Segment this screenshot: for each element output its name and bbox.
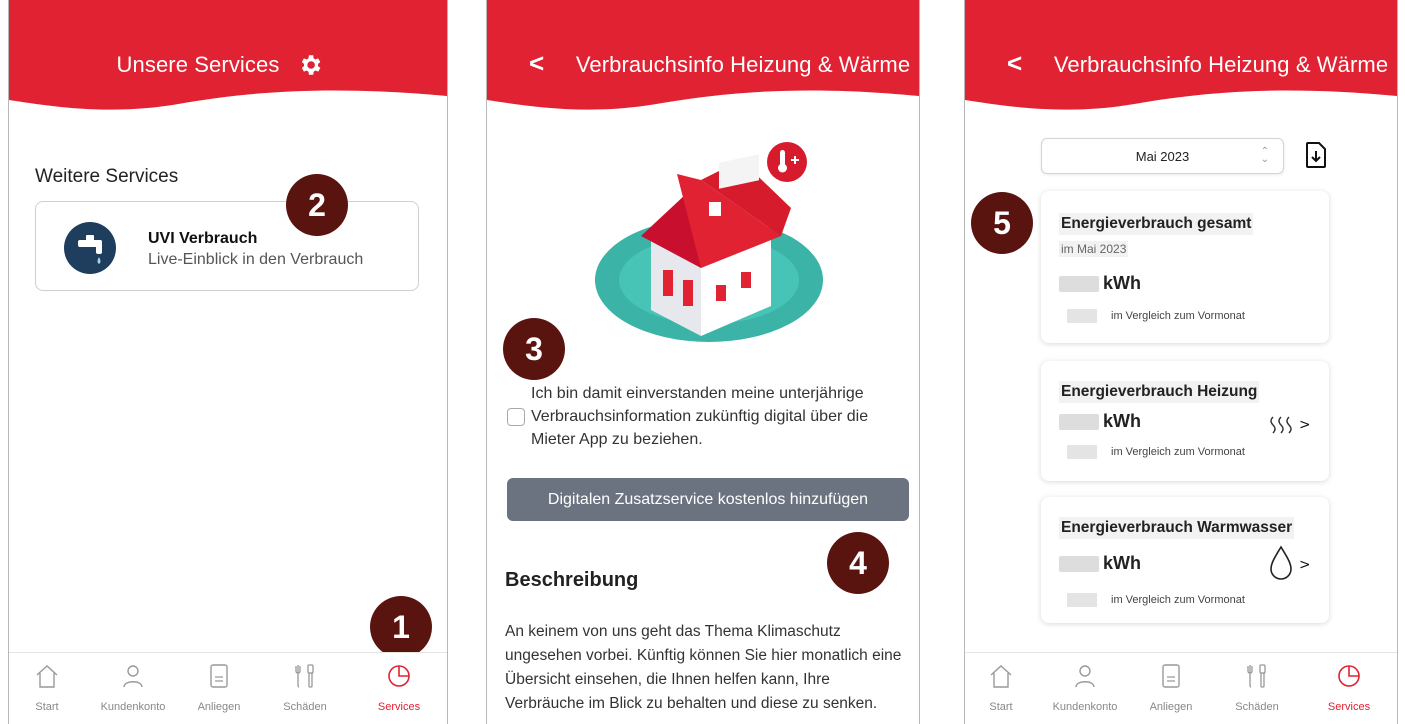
consent-text: Ich bin damit einverstanden meine unterj… [531, 385, 869, 448]
water-drop-icon: > [1270, 545, 1309, 580]
add-service-button[interactable]: Digitalen Zusatzservice kostenlos hinzuf… [507, 478, 909, 521]
services-pie-icon [388, 665, 410, 687]
tab-label: Start [989, 701, 1013, 713]
tab-start[interactable]: Start [9, 663, 87, 713]
gear-icon[interactable] [297, 52, 323, 78]
tab-kundenkonto[interactable]: Kundenkonto [1045, 663, 1125, 713]
card-value: kWh [1059, 273, 1141, 294]
service-description: Live-Einblick in den Verbrauch [148, 251, 364, 268]
app-header: < Verbrauchsinfo Heizung & Wärme [487, 0, 919, 122]
document-icon [210, 664, 228, 688]
card-comparison: im Vergleich zum Vormonat [1067, 309, 1245, 323]
service-card-uvi[interactable]: UVI Verbrauch Live-Einblick in den Verbr… [35, 201, 419, 291]
home-icon [990, 665, 1012, 688]
consent-checkbox[interactable] [507, 408, 525, 426]
step-badge: 5 [971, 192, 1033, 254]
card-comparison: im Vergleich zum Vormonat [1067, 445, 1245, 459]
tab-schaeden[interactable]: Schäden [1217, 663, 1297, 713]
tab-kundenkonto[interactable]: Kundenkonto [93, 663, 173, 713]
app-header: Unsere Services [9, 0, 447, 122]
tab-anliegen[interactable]: Anliegen [1131, 663, 1211, 713]
card-value: kWh [1059, 553, 1141, 574]
tab-label: Kundenkonto [100, 701, 166, 713]
card-title: Energieverbrauch Warmwasser [1059, 517, 1295, 539]
month-select[interactable]: Mai 2023 ⌃ ⌄ [1041, 138, 1284, 174]
document-icon [1162, 664, 1180, 688]
user-icon [1075, 665, 1095, 688]
chevron-up-down-icon: ⌃ ⌄ [1260, 146, 1269, 165]
step-badge: 4 [827, 532, 889, 594]
tools-icon [295, 664, 314, 688]
energy-card-total[interactable]: Energieverbrauch gesamt im Mai 2023 kWh … [1041, 191, 1329, 343]
tab-label: Services [1327, 701, 1371, 713]
tab-label: Anliegen [197, 701, 241, 713]
app-header: < Verbrauchsinfo Heizung & Wärme [965, 0, 1397, 122]
tab-services[interactable]: Services [1309, 663, 1389, 713]
tab-label: Schäden [283, 701, 327, 713]
page-title: Verbrauchsinfo Heizung & Wärme [1053, 52, 1389, 77]
user-icon [123, 665, 143, 688]
month-value: Mai 2023 [1135, 149, 1190, 164]
tab-schaeden[interactable]: Schäden [265, 663, 345, 713]
bottom-tab-bar: Start Kundenkonto Anliegen Schäden Servi… [9, 652, 447, 724]
section-title: Weitere Services [35, 166, 179, 187]
description-text: An keinem von uns geht das Thema Klimasc… [505, 623, 902, 712]
tab-start[interactable]: Start [965, 663, 1041, 713]
consumption-overview-screen: < Verbrauchsinfo Heizung & Wärme Mai 202… [964, 0, 1398, 724]
page-title: Verbrauchsinfo Heizung & Wärme [575, 52, 911, 77]
consumption-info-opt-in-screen: < Verbrauchsinfo Heizung & Wärme Ich bin… [486, 0, 920, 724]
tab-label: Start [35, 701, 59, 713]
energy-card-warmwater[interactable]: Energieverbrauch Warmwasser kWh > im Ver… [1041, 497, 1329, 623]
step-badge: 3 [503, 318, 565, 380]
services-pie-icon [1338, 665, 1360, 687]
house-illustration [595, 142, 823, 342]
chevron-right-icon: > [1299, 417, 1309, 433]
page-title: Unsere Services [116, 52, 280, 77]
energy-card-heating[interactable]: Energieverbrauch Heizung kWh > im Vergle… [1041, 361, 1329, 481]
card-title: Energieverbrauch gesamt [1059, 213, 1254, 235]
services-screen: Unsere Services Weitere Services UVI Ver… [8, 0, 448, 724]
tab-label: Anliegen [1149, 701, 1193, 713]
step-badge: 2 [286, 174, 348, 236]
bottom-tab-bar: Start Kundenkonto Anliegen Schäden Servi… [965, 652, 1397, 724]
tab-label: Kundenkonto [1052, 701, 1118, 713]
description-heading: Beschreibung [505, 569, 639, 591]
service-name: UVI Verbrauch [148, 230, 258, 247]
tab-label: Services [377, 701, 421, 713]
chevron-right-icon: > [1299, 557, 1309, 573]
card-subtitle: im Mai 2023 [1059, 241, 1129, 257]
home-icon [36, 665, 58, 688]
tab-anliegen[interactable]: Anliegen [179, 663, 259, 713]
download-document-icon[interactable] [1305, 142, 1327, 168]
card-title: Energieverbrauch Heizung [1059, 381, 1260, 403]
card-comparison: im Vergleich zum Vormonat [1067, 593, 1245, 607]
tab-label: Schäden [1235, 701, 1279, 713]
water-tap-icon [64, 222, 116, 274]
tools-icon [1247, 664, 1266, 688]
heat-waves-icon: > [1270, 416, 1309, 434]
step-badge: 1 [370, 596, 432, 658]
tab-services[interactable]: Services [359, 663, 439, 713]
card-value: kWh [1059, 411, 1141, 432]
